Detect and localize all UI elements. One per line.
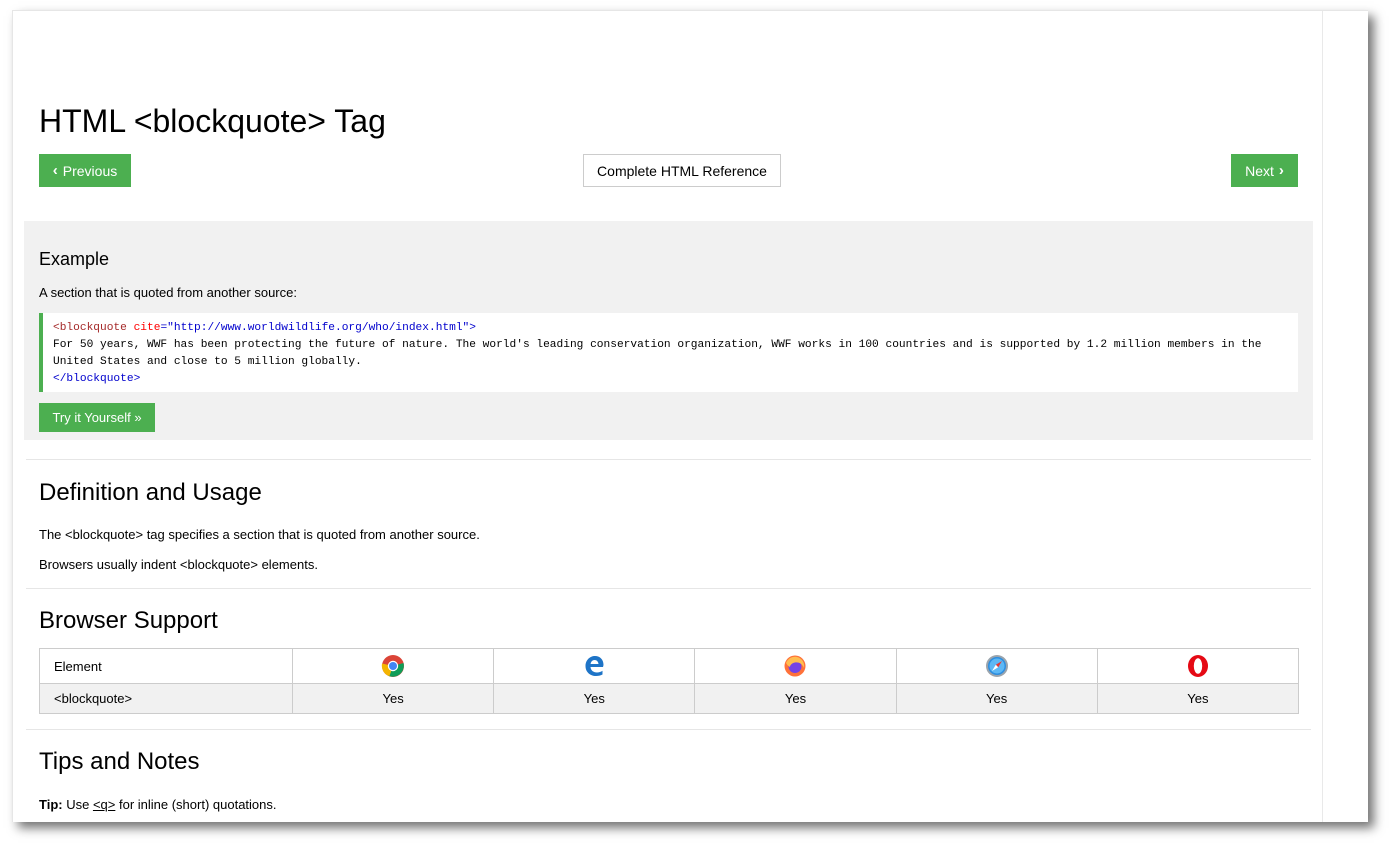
table-cell-chrome: Yes xyxy=(291,683,495,714)
example-intro: A section that is quoted from another so… xyxy=(39,285,297,300)
page-title: HTML <blockquote> Tag xyxy=(39,103,386,139)
definition-text-2: Browsers usually indent <blockquote> ele… xyxy=(39,557,318,572)
table-row: <blockquote> Yes Yes Yes Yes Yes xyxy=(39,683,1300,714)
browser-window: HTML <blockquote> Tag ‹ Previous Complet… xyxy=(12,10,1368,822)
previous-button-label: Previous xyxy=(62,162,118,179)
code-example: <blockquote cite="http://www.worldwildli… xyxy=(39,313,1298,392)
next-button[interactable]: Next › xyxy=(1231,154,1298,187)
divider xyxy=(26,588,1311,589)
firefox-icon xyxy=(784,655,806,677)
example-heading: Example xyxy=(39,249,110,269)
tips-heading: Tips and Notes xyxy=(39,748,200,775)
code-attr-name: cite xyxy=(126,322,161,334)
chevron-right-icon: › xyxy=(1278,162,1284,179)
safari-icon xyxy=(985,655,1008,677)
chevron-left-icon: ‹ xyxy=(52,162,58,179)
complete-reference-button[interactable]: Complete HTML Reference xyxy=(583,154,781,187)
code-end-tag: </blockquote> xyxy=(53,373,141,385)
table-cell-opera: Yes xyxy=(1096,683,1300,714)
opera-icon xyxy=(1187,655,1208,677)
table-header-chrome xyxy=(291,648,495,684)
definition-text-1: The <blockquote> tag specifies a section… xyxy=(39,527,480,542)
tip-post: for inline (short) quotations. xyxy=(115,797,277,812)
code-close-bracket: > xyxy=(469,322,476,334)
table-header-edge xyxy=(493,648,696,684)
table-header-safari xyxy=(895,648,1098,684)
table-header-element: Element xyxy=(39,648,293,684)
content-right-border xyxy=(1322,11,1323,822)
code-line-1: For 50 years, WWF has been protecting th… xyxy=(53,339,1262,351)
edge-icon xyxy=(585,656,604,676)
table-cell-safari: Yes xyxy=(895,683,1098,714)
q-tag-link[interactable]: <q> xyxy=(93,797,115,812)
table-cell-firefox: Yes xyxy=(694,683,897,714)
code-attr-value: "http://www.worldwildlife.org/who/index.… xyxy=(167,322,470,334)
table-header-row: Element xyxy=(39,648,1300,684)
divider xyxy=(26,729,1311,730)
definition-heading: Definition and Usage xyxy=(39,479,262,506)
chrome-icon xyxy=(381,655,405,677)
browser-support-heading: Browser Support xyxy=(39,607,218,634)
browser-support-table: Element <blockquote> Yes Yes Yes Yes Yes xyxy=(39,648,1300,714)
try-it-yourself-button[interactable]: Try it Yourself » xyxy=(39,403,155,432)
table-header-firefox xyxy=(694,648,897,684)
table-header-opera xyxy=(1096,648,1300,684)
tip-pre: Use xyxy=(62,797,93,812)
tip-text: Tip: Use <q> for inline (short) quotatio… xyxy=(39,797,277,812)
table-cell-edge: Yes xyxy=(493,683,696,714)
code-open-tag: <blockquote xyxy=(53,322,127,334)
next-button-label: Next xyxy=(1245,162,1274,179)
tip-label: Tip: xyxy=(39,797,63,812)
code-line-open: <blockquote cite="http://www.worldwildli… xyxy=(53,320,1288,337)
example-box: Example A section that is quoted from an… xyxy=(24,221,1313,440)
table-cell-element: <blockquote> xyxy=(39,683,293,714)
divider xyxy=(26,459,1311,460)
previous-button[interactable]: ‹ Previous xyxy=(39,154,131,187)
code-line-2: United States and close to 5 million glo… xyxy=(53,356,362,368)
